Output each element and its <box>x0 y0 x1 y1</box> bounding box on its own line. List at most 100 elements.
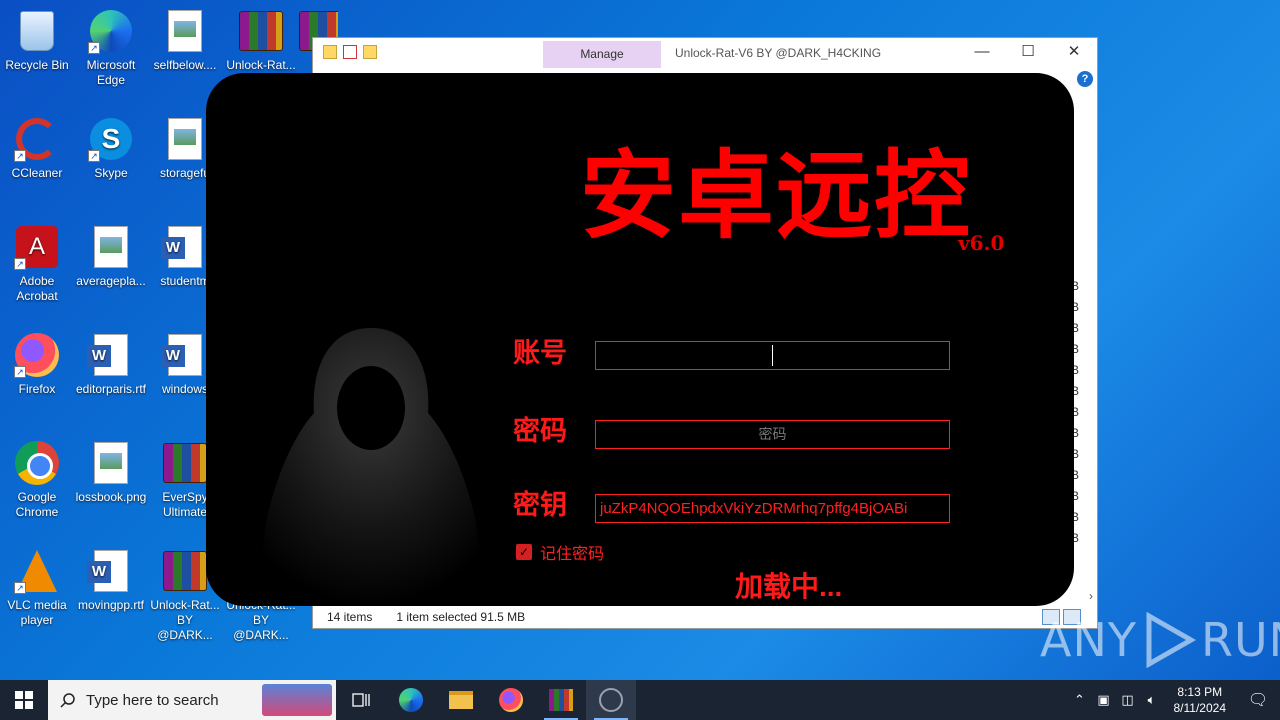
quick-access-toolbar <box>323 45 377 59</box>
notification-icon[interactable]: 🗨︎ <box>1236 690 1280 710</box>
explorer-title: Unlock-Rat-V6 BY @DARK_H4CKING <box>675 46 882 60</box>
checkbox-checked-icon[interactable]: ✓ <box>516 544 532 560</box>
skype-icon: S ↗ <box>88 116 134 162</box>
task-view-icon <box>352 693 370 707</box>
properties-icon[interactable] <box>343 45 357 59</box>
taskbar-explorer[interactable] <box>436 680 486 720</box>
desktop-icon-label: editorparis.rtf <box>75 382 147 396</box>
vlc-shortcut[interactable]: ↗ VLC media player <box>0 548 74 628</box>
recycle-bin-icon <box>14 8 60 54</box>
editorparis-file[interactable]: editorparis.rtf <box>74 332 148 397</box>
search-placeholder: Type here to search <box>86 691 219 709</box>
desktop-icon-label: Adobe Acrobat <box>16 274 58 303</box>
desktop-icon-label: Google Chrome <box>15 490 59 519</box>
desktop-icon-label: VLC media player <box>7 598 67 627</box>
system-tray: ⌃ ▣ ◫ 🔈︎ 8:13 PM 8/11/2024 🗨︎ <box>1068 680 1280 720</box>
word-file-icon <box>87 332 134 378</box>
movingpp-file[interactable]: movingpp.rtf <box>74 548 148 613</box>
winrar-icon <box>238 8 284 54</box>
search-icon <box>60 693 75 708</box>
anyrun-watermark: ANY RUN <box>1040 612 1280 668</box>
scroll-right-icon[interactable]: › <box>1089 589 1093 603</box>
taskbar-search[interactable]: Type here to search <box>48 680 336 720</box>
word-file-icon <box>87 548 134 594</box>
desktop-icon-label: Unlock-Rat... BY @DARK... <box>150 598 220 642</box>
edge-icon <box>399 688 423 712</box>
desktop-icon-label: averagepla... <box>76 274 146 288</box>
help-icon[interactable]: ? <box>1077 71 1093 87</box>
task-view-button[interactable] <box>336 680 386 720</box>
winrar-icon <box>162 548 208 594</box>
version-label: v6.0 <box>958 231 1005 255</box>
acrobat-icon: A ↗ <box>14 224 60 270</box>
minimize-button[interactable]: — <box>959 38 1005 68</box>
taskbar-winrar[interactable] <box>536 680 586 720</box>
averagepla-file[interactable]: averagepla... <box>74 224 148 289</box>
recycle-bin-shortcut[interactable]: Recycle Bin <box>0 8 74 73</box>
chrome-icon <box>14 440 60 486</box>
folder-icon[interactable] <box>323 45 337 59</box>
lossbook-file[interactable]: lossbook.png <box>74 440 148 505</box>
password-input[interactable]: 密码 <box>595 420 950 449</box>
adobe-acrobat-shortcut[interactable]: A ↗ Adobe Acrobat <box>0 224 74 304</box>
selfbelow-file[interactable]: selfbelow.... <box>148 8 222 73</box>
chrome-shortcut[interactable]: Google Chrome <box>0 440 74 520</box>
edge-icon: ↗ <box>88 8 134 54</box>
search-highlight-image <box>262 684 332 716</box>
firefox-icon <box>499 688 523 712</box>
status-bar: 14 items 1 item selected 91.5 MB <box>327 610 525 624</box>
password-label: 密码 <box>513 416 567 446</box>
account-input[interactable] <box>595 341 950 370</box>
edge-shortcut[interactable]: ↗ Microsoft Edge <box>74 8 148 88</box>
ccleaner-icon: ↗ <box>14 116 60 162</box>
text-caret <box>772 345 773 366</box>
image-file-icon <box>162 116 208 162</box>
new-folder-icon[interactable] <box>363 45 377 59</box>
desktop-icon-label: Firefox <box>18 382 56 396</box>
play-logo-icon <box>1146 612 1197 668</box>
desktop-icon-label: Unlock-Rat... <box>226 58 296 72</box>
display-icon[interactable]: ◫ <box>1116 692 1140 708</box>
skype-shortcut[interactable]: S ↗ Skype <box>74 116 148 181</box>
taskbar-edge[interactable] <box>386 680 436 720</box>
firefox-shortcut[interactable]: ↗ Firefox <box>0 332 74 397</box>
word-file-icon <box>161 224 208 270</box>
folder-icon <box>449 691 473 709</box>
desktop-icon-label: CCleaner <box>11 166 63 180</box>
desktop-icon-label: Skype <box>94 166 128 180</box>
desktop-icon-label: Microsoft Edge <box>86 58 136 87</box>
taskbar-firefox[interactable] <box>486 680 536 720</box>
windows-logo-icon <box>15 691 33 709</box>
ccleaner-shortcut[interactable]: ↗ CCleaner <box>0 116 74 181</box>
loading-status: 加载中... <box>735 571 843 602</box>
word-file-icon <box>161 332 208 378</box>
chevron-up-icon[interactable]: ⌃ <box>1068 692 1092 708</box>
unlock-rat-archive[interactable]: Unlock-Rat... <box>224 8 298 73</box>
hooded-figure-image <box>256 328 486 606</box>
taskbar: Type here to search ⌃ ▣ ◫ 🔈︎ 8:13 PM 8/1… <box>0 680 1280 720</box>
key-input[interactable]: juZkP4NQOEhpdxVkiYzDRMrhq7pffg4BjOABi <box>595 494 950 523</box>
image-file-icon <box>162 8 208 54</box>
start-button[interactable] <box>0 680 48 720</box>
desktop-icon-label: Recycle Bin <box>5 58 69 72</box>
desktop-icon-label: selfbelow.... <box>153 58 217 72</box>
taskbar-rat-app[interactable] <box>586 680 636 720</box>
key-label: 密钥 <box>513 490 567 520</box>
image-file-icon <box>88 224 134 270</box>
app-title: 安卓远控 <box>580 139 972 252</box>
manage-tab[interactable]: Manage <box>543 41 661 68</box>
network-icon[interactable]: ▣ <box>1092 692 1116 708</box>
watermark-text-2: RUN <box>1200 613 1280 667</box>
firefox-icon: ↗ <box>14 332 60 378</box>
remember-password[interactable]: ✓ 记住密码 <box>516 540 604 564</box>
app-globe-icon <box>599 688 623 712</box>
winrar-icon <box>162 440 208 486</box>
desktop-icon-label: lossbook.png <box>75 490 147 504</box>
image-file-icon <box>88 440 134 486</box>
close-button[interactable]: ✕ <box>1051 38 1097 68</box>
volume-icon[interactable]: 🔈︎ <box>1140 692 1164 708</box>
maximize-button[interactable]: ☐ <box>1005 38 1051 68</box>
rat-login-window: 安卓远控 v6.0 账号 密码 密码 密钥 juZkP4NQOEhpdxVkiY… <box>206 73 1074 606</box>
clock[interactable]: 8:13 PM 8/11/2024 <box>1164 684 1237 716</box>
remember-label: 记住密码 <box>540 546 605 563</box>
